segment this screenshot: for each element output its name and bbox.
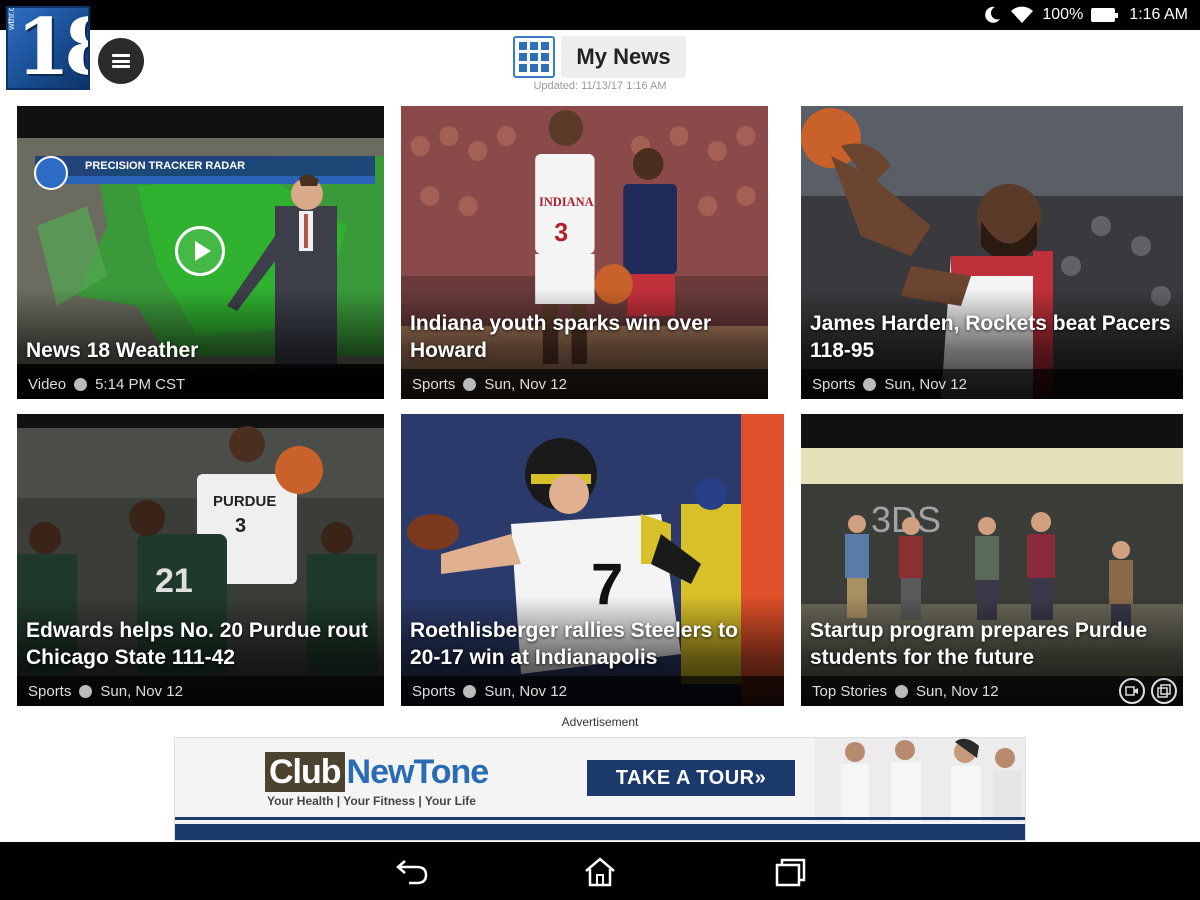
tile-headline: James Harden, Rockets beat Pacers 118-95 (810, 312, 1171, 362)
page-title-button[interactable]: My News (561, 36, 686, 78)
wifi-icon (1010, 5, 1034, 25)
separator-dot (79, 684, 93, 698)
news-tile[interactable]: 7 Roethlisberger rallies Steelers to 20-… (401, 414, 784, 706)
video-icon[interactable] (1119, 678, 1145, 704)
ad-label: Advertisement (561, 715, 639, 729)
tile-headline: News 18 Weather (26, 339, 199, 362)
back-icon (396, 860, 428, 885)
separator-dot (895, 684, 909, 698)
ad-brand-newtone: NewTone (346, 753, 490, 791)
system-nav-bar (0, 842, 1200, 900)
tile-time: Sun, Nov 12 (884, 375, 967, 393)
ad-people-image (815, 738, 1025, 822)
tile-time: Sun, Nov 12 (916, 682, 999, 700)
ad-brand-logo: Club NewTone (265, 752, 490, 792)
separator-dot (463, 377, 477, 391)
clock: 1:16 AM (1129, 6, 1188, 23)
tile-meta: Sports Sun, Nov 12 (17, 676, 384, 706)
logo-number: 18 (16, 6, 88, 90)
tile-category: Top Stories (812, 682, 888, 700)
app-header: My News Updated: 11/13/17 1:16 AM (0, 30, 1200, 104)
battery-text: 100% (1042, 6, 1084, 23)
tile-category: Video (28, 375, 67, 393)
ad-banner[interactable]: Club NewTone Your Health | Your Fitness … (174, 737, 1026, 841)
jersey-indiana-text: INDIANA (539, 195, 594, 209)
home-button[interactable] (580, 852, 620, 892)
grid-view-button[interactable] (513, 36, 555, 78)
tile-time: 5:14 PM CST (95, 375, 186, 393)
recent-apps-button[interactable] (770, 852, 810, 892)
take-a-tour-button[interactable]: TAKE A TOUR» (587, 760, 795, 796)
tile-headline: Indiana youth sparks win over Howard (410, 312, 712, 362)
station-logo[interactable]: 18 wthr.com (6, 6, 90, 90)
svg-text:21: 21 (155, 562, 193, 600)
battery-icon (1091, 8, 1119, 22)
separator-dot (863, 377, 877, 391)
tile-time: Sun, Nov 12 (100, 682, 183, 700)
tile-meta: Sports Sun, Nov 12 (801, 369, 1183, 399)
news-tile[interactable]: James Harden, Rockets beat Pacers 118-95… (801, 106, 1183, 399)
tile-headline: Startup program prepares Purdue students… (810, 619, 1148, 669)
back-button[interactable] (392, 852, 432, 892)
updated-timestamp: Updated: 11/13/17 1:16 AM (533, 80, 667, 92)
tile-category: Sports (28, 682, 72, 700)
menu-button[interactable] (98, 38, 144, 84)
tile-headline: Roethlisberger rallies Steelers to 20-17… (410, 619, 738, 669)
news-tile[interactable]: PRECISION TRACKER RADAR News 18 Weather … (17, 106, 384, 399)
gallery-icon[interactable] (1151, 678, 1177, 704)
recent-apps-icon (775, 858, 806, 887)
news-tile[interactable]: 3DS Startup program prepares Purdue stud… (801, 414, 1183, 706)
tile-headline: Edwards helps No. 20 Purdue rout Chicago… (26, 619, 368, 669)
tile-meta: Sports Sun, Nov 12 (401, 369, 768, 399)
ad-brand-club: Club (265, 752, 345, 792)
status-bar: 100% 1:16 AM (0, 0, 1200, 30)
play-icon[interactable] (175, 226, 225, 276)
news-tile[interactable]: PURDUE 3 21 Edwards helps No. 20 Purdue … (17, 414, 384, 706)
tile-time: Sun, Nov 12 (484, 682, 567, 700)
svg-text:3: 3 (554, 219, 568, 248)
jersey-purdue-text: PURDUE (213, 493, 276, 510)
news-tile[interactable]: INDIANA 3 Indiana youth sparks win over … (401, 106, 768, 399)
svg-text:3: 3 (235, 515, 246, 537)
media-icons (1119, 678, 1177, 704)
logo-side-text: wthr.com (6, 6, 16, 30)
home-icon (585, 857, 615, 887)
separator-dot (463, 684, 477, 698)
tile-meta: Sports Sun, Nov 12 (401, 676, 784, 706)
tile-category: Sports (412, 375, 456, 393)
moon-icon (982, 5, 1002, 25)
tile-time: Sun, Nov 12 (484, 375, 567, 393)
separator-dot (74, 377, 88, 391)
tile-meta: Video 5:14 PM CST (17, 369, 384, 399)
ad-tagline: Your Health | Your Fitness | Your Life (267, 794, 476, 808)
tile-category: Sports (412, 682, 456, 700)
hamburger-icon (112, 54, 130, 68)
tile-category: Sports (812, 375, 856, 393)
weather-banner-text: PRECISION TRACKER RADAR (85, 160, 245, 172)
